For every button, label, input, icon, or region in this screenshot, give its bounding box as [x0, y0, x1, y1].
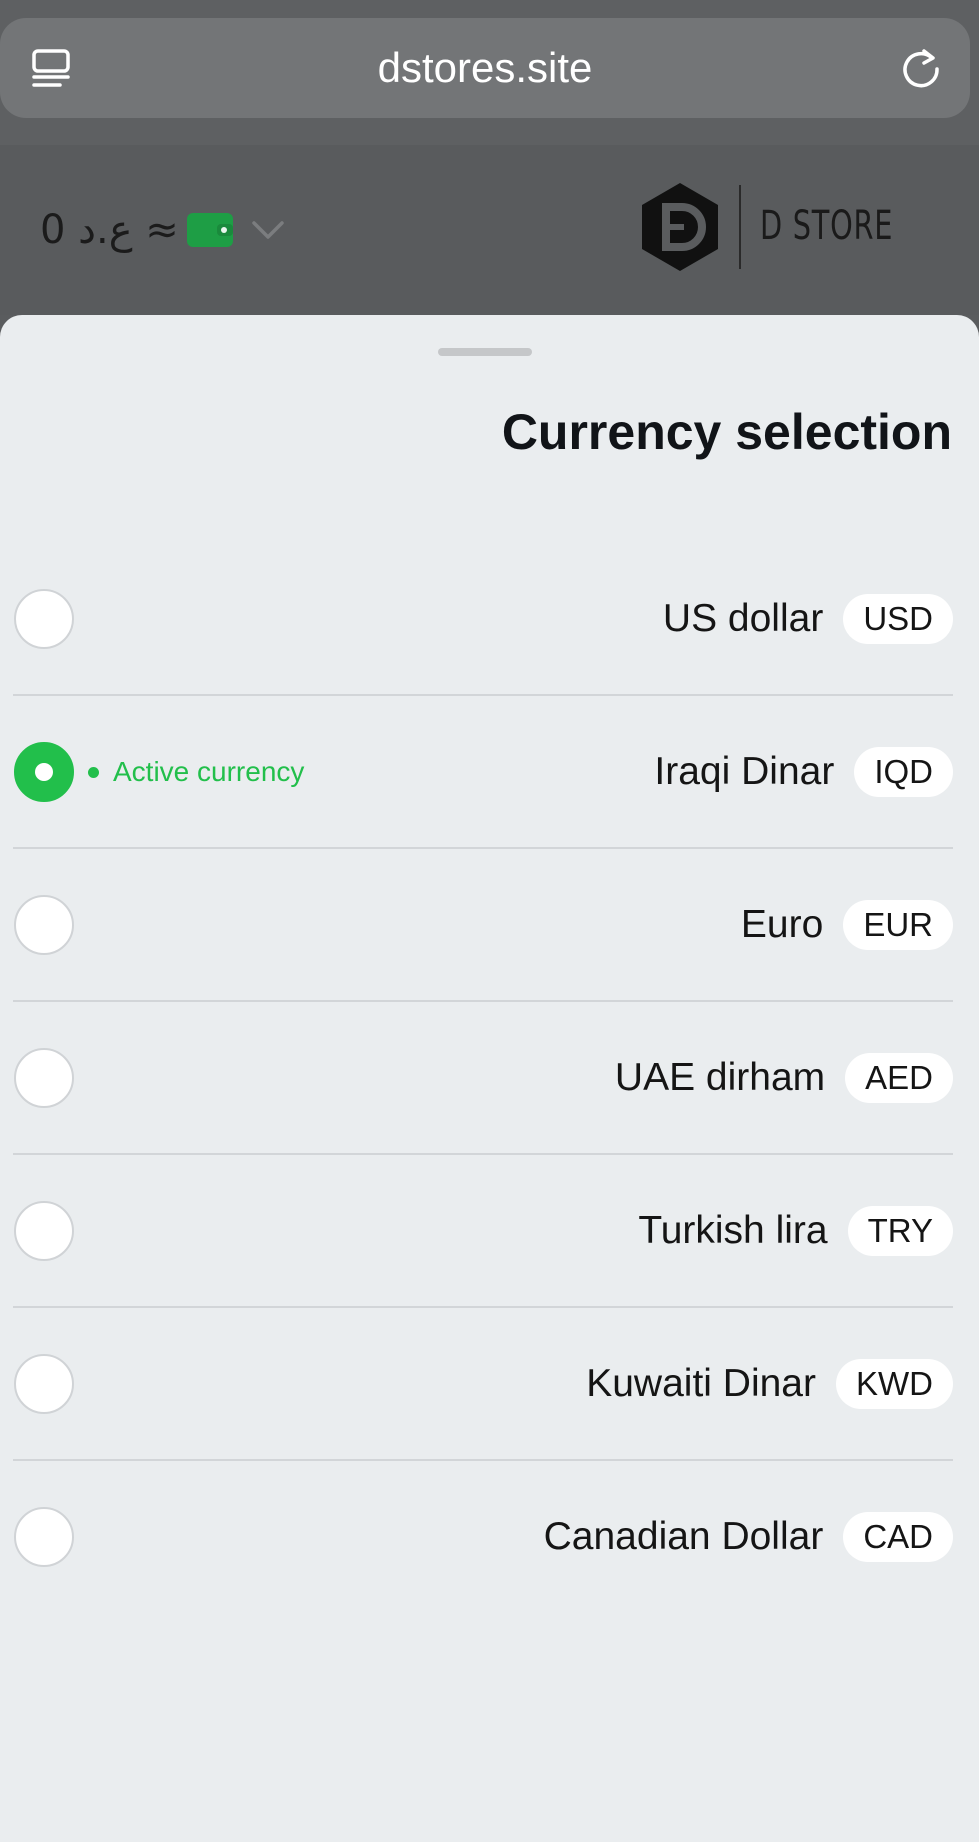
reload-icon[interactable] — [898, 46, 944, 92]
wallet-balance: ع.د 0 ≈ — [40, 207, 179, 253]
brand-name: D STORE — [760, 203, 894, 249]
currency-code-badge: AED — [845, 1053, 953, 1103]
currency-row-try[interactable]: Turkish lira TRY — [0, 1155, 979, 1308]
wallet-balance-selector[interactable]: ع.د 0 ≈ — [40, 205, 285, 255]
radio-button[interactable] — [14, 895, 74, 955]
drag-handle[interactable] — [438, 348, 532, 356]
browser-toolbar: dstores.site — [0, 0, 979, 145]
address-bar[interactable]: dstores.site — [0, 18, 970, 118]
chevron-down-icon[interactable] — [251, 219, 285, 241]
currency-row-cad[interactable]: Canadian Dollar CAD — [0, 1461, 979, 1614]
currency-list: US dollar USD Active currency Iraqi Dina… — [0, 543, 979, 1614]
active-dot-icon — [88, 766, 99, 778]
currency-name: Kuwaiti Dinar — [586, 1362, 816, 1405]
radio-button[interactable] — [14, 589, 74, 649]
currency-code-badge: IQD — [854, 747, 953, 797]
currency-name: US dollar — [662, 597, 824, 640]
active-currency-label: Active currency — [113, 756, 305, 787]
currency-name: Euro — [740, 903, 824, 946]
currency-row-kwd[interactable]: Kuwaiti Dinar KWD — [0, 1308, 979, 1461]
radio-button-selected[interactable] — [14, 742, 74, 802]
currency-name: Turkish lira — [638, 1209, 828, 1252]
radio-button[interactable] — [14, 1507, 74, 1567]
currency-row-usd[interactable]: US dollar USD — [0, 543, 979, 696]
currency-name: Iraqi Dinar — [654, 750, 835, 793]
radio-button[interactable] — [14, 1048, 74, 1108]
brand-logo[interactable] — [640, 183, 720, 271]
site-header: ع.د 0 ≈ D STORE — [0, 145, 979, 315]
currency-code-badge: TRY — [847, 1206, 953, 1256]
currency-row-iqd[interactable]: Active currency Iraqi Dinar IQD — [0, 696, 979, 849]
brand-divider — [739, 185, 741, 269]
url-text[interactable]: dstores.site — [0, 18, 970, 118]
sheet-title: Currency selection — [501, 404, 952, 460]
currency-code-badge: KWD — [836, 1359, 953, 1409]
radio-button[interactable] — [14, 1354, 74, 1414]
currency-row-aed[interactable]: UAE dirham AED — [0, 1002, 979, 1155]
currency-bottom-sheet: Currency selection US dollar USD Active … — [0, 315, 979, 1842]
currency-name: Canadian Dollar — [543, 1515, 824, 1558]
currency-row-eur[interactable]: Euro EUR — [0, 849, 979, 1002]
currency-code-badge: CAD — [843, 1512, 953, 1562]
wallet-icon — [186, 213, 233, 247]
currency-code-badge: EUR — [843, 900, 953, 950]
currency-name: UAE dirham — [614, 1056, 826, 1099]
currency-code-badge: USD — [843, 594, 953, 644]
radio-button[interactable] — [14, 1201, 74, 1261]
active-currency-tag: Active currency — [88, 754, 304, 790]
